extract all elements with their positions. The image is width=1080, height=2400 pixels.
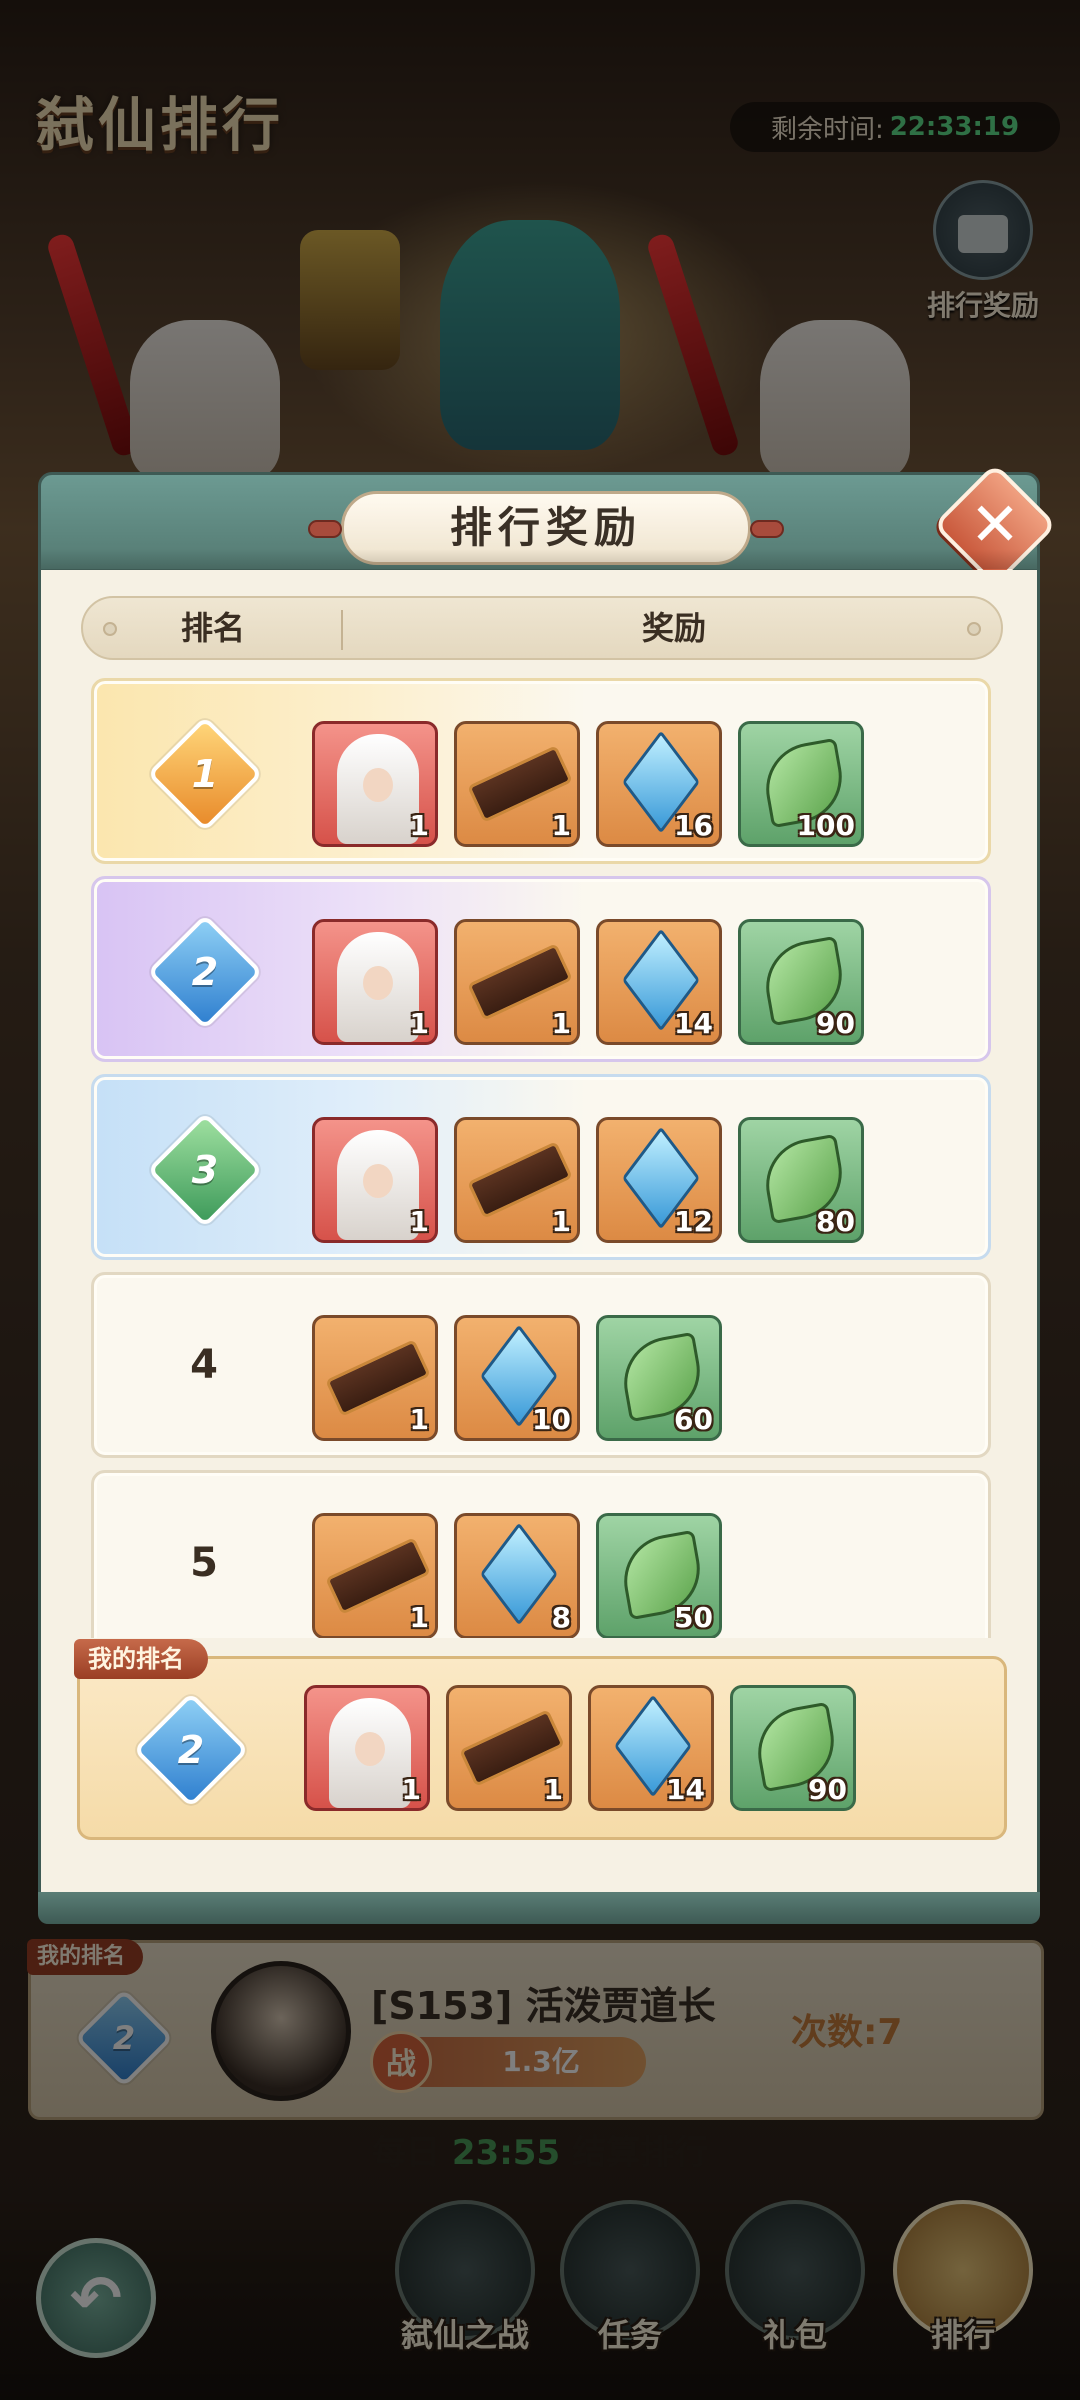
rank-number: 5	[190, 1540, 218, 1586]
crystal-reward[interactable]: 10	[454, 1315, 580, 1441]
crystal-icon	[480, 1522, 558, 1626]
reward-items: 1 1 16 100	[312, 721, 864, 847]
scroll-reward[interactable]: 1	[312, 1315, 438, 1441]
dialog-footer	[38, 1892, 1040, 1924]
hero-reward[interactable]: 1	[312, 721, 438, 847]
rank-number: 4	[190, 1342, 218, 1388]
hero-reward[interactable]: 1	[312, 1117, 438, 1243]
scroll-reward[interactable]: 1	[454, 1117, 580, 1243]
crystal-reward[interactable]: 12	[596, 1117, 722, 1243]
reward-items: 1 8 50	[312, 1513, 722, 1638]
crystal-reward[interactable]: 8	[454, 1513, 580, 1638]
hero-reward[interactable]: 1	[312, 919, 438, 1045]
close-button[interactable]: ✕	[932, 462, 1058, 588]
scroll-reward[interactable]: 1	[454, 721, 580, 847]
hero-portrait-icon	[337, 734, 419, 844]
my-rank-tag: 我的排名	[74, 1639, 208, 1679]
scroll-reward[interactable]: 1	[454, 919, 580, 1045]
dialog-body: 排名 奖励 1 1 1 16 100 2 1 1 14 90 3 1 1 12 …	[38, 570, 1040, 1900]
reward-items: 1 10 60	[312, 1315, 722, 1441]
rank-badge-green: 3	[147, 1112, 263, 1228]
herb-reward[interactable]: 100	[738, 721, 864, 847]
my-rank-reward-row: 我的排名 2 1 1 14 90	[74, 1639, 1007, 1840]
scroll-reward[interactable]: 1	[312, 1513, 438, 1638]
crystal-reward[interactable]: 14	[588, 1685, 714, 1811]
herb-reward[interactable]: 90	[738, 919, 864, 1045]
herb-reward[interactable]: 90	[730, 1685, 856, 1811]
rank-badge-blue: 2	[133, 1692, 249, 1808]
hero-portrait-icon	[337, 1130, 419, 1240]
reward-items: 1 1 14 90	[304, 1685, 856, 1811]
rank-badge-blue: 2	[147, 914, 263, 1030]
crystal-reward[interactable]: 16	[596, 721, 722, 847]
rank-badge-gold: 1	[147, 716, 263, 832]
reward-items: 1 1 12 80	[312, 1117, 864, 1243]
crystal-reward[interactable]: 14	[596, 919, 722, 1045]
reward-row-5: 5 1 8 50	[91, 1470, 991, 1638]
reward-list[interactable]: 1 1 1 16 100 2 1 1 14 90 3 1 1 12 80 4 1…	[91, 678, 991, 1638]
herb-reward[interactable]: 60	[596, 1315, 722, 1441]
reward-row-1: 1 1 1 16 100	[91, 678, 991, 864]
herb-reward[interactable]: 50	[596, 1513, 722, 1638]
hero-portrait-icon	[337, 932, 419, 1042]
hero-reward[interactable]: 1	[304, 1685, 430, 1811]
reward-items: 1 1 14 90	[312, 919, 864, 1045]
header-rank: 排名	[180, 609, 245, 647]
dialog-title-plate: 排行奖励	[308, 491, 784, 565]
column-header: 排名 奖励	[81, 596, 1003, 660]
dialog-title: 排行奖励	[449, 503, 642, 552]
hero-portrait-icon	[329, 1698, 411, 1808]
reward-row-3: 3 1 1 12 80	[91, 1074, 991, 1260]
header-reward: 奖励	[641, 609, 706, 647]
reward-row-2: 2 1 1 14 90	[91, 876, 991, 1062]
close-icon: ✕	[969, 490, 1021, 560]
reward-row-4: 4 1 10 60	[91, 1272, 991, 1458]
dialog-header: 排行奖励 ✕	[38, 462, 1058, 588]
scroll-reward[interactable]: 1	[446, 1685, 572, 1811]
rank-reward-dialog: 排行奖励 ✕ 排名 奖励 1 1 1 16 100 2 1 1 14 90 3 …	[38, 462, 1058, 1924]
herb-reward[interactable]: 80	[738, 1117, 864, 1243]
